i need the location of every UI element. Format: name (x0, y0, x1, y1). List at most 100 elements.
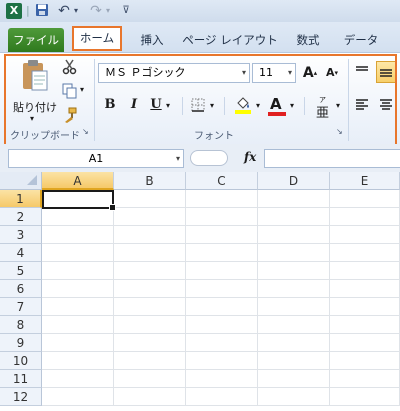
grid-cell[interactable] (42, 208, 114, 226)
insert-function-button[interactable]: fx (244, 150, 256, 164)
grid-cell[interactable] (330, 226, 400, 244)
grid-cell[interactable] (258, 388, 330, 406)
grid-cell[interactable] (114, 334, 186, 352)
row-header[interactable]: 9 (0, 334, 42, 352)
name-box[interactable]: A1 ▾ (8, 149, 184, 168)
grid-cell[interactable] (186, 352, 258, 370)
grid-cell[interactable] (186, 334, 258, 352)
name-box-dropdown-icon[interactable]: ▾ (176, 150, 180, 167)
row-header[interactable]: 8 (0, 316, 42, 334)
fill-handle[interactable] (109, 204, 116, 211)
grid-cell[interactable] (42, 352, 114, 370)
grid-cell[interactable] (258, 316, 330, 334)
grid-cell[interactable] (258, 226, 330, 244)
row-header[interactable]: 11 (0, 370, 42, 388)
column-header-e[interactable]: E (330, 172, 400, 190)
column-header-b[interactable]: B (114, 172, 186, 190)
grid-cell[interactable] (258, 298, 330, 316)
grid-cell[interactable] (42, 388, 114, 406)
grid-cell[interactable] (186, 298, 258, 316)
row-header[interactable]: 7 (0, 298, 42, 316)
row-header[interactable]: 6 (0, 280, 42, 298)
grid-cell[interactable] (42, 262, 114, 280)
worksheet-grid[interactable]: A B C D E 1 2 3 4 5 6 7 8 9 10 11 12 (0, 172, 400, 411)
grid-cell[interactable] (330, 352, 400, 370)
grid-cell[interactable] (114, 352, 186, 370)
grid-cell[interactable] (330, 244, 400, 262)
grid-cell[interactable] (186, 316, 258, 334)
grid-cell[interactable] (186, 226, 258, 244)
grid-cell[interactable] (114, 280, 186, 298)
tab-insert[interactable]: 挿入 (130, 28, 174, 52)
tab-home[interactable]: ホーム (72, 26, 122, 51)
grid-cell[interactable] (330, 190, 400, 208)
formula-bar-grip-icon[interactable] (190, 150, 228, 166)
grid-cell[interactable] (42, 244, 114, 262)
grid-cell[interactable] (330, 388, 400, 406)
grid-cell[interactable] (258, 244, 330, 262)
tab-formulas[interactable]: 数式 (286, 28, 330, 52)
grid-cell[interactable] (114, 244, 186, 262)
grid-cell[interactable] (330, 208, 400, 226)
grid-cell[interactable] (114, 190, 186, 208)
grid-cell[interactable] (186, 190, 258, 208)
undo-button[interactable]: ↶ (56, 3, 72, 19)
grid-cell[interactable] (114, 388, 186, 406)
row-header[interactable]: 4 (0, 244, 42, 262)
grid-cell[interactable] (330, 316, 400, 334)
grid-cell[interactable] (330, 334, 400, 352)
tab-data[interactable]: データ (336, 28, 386, 52)
grid-cell[interactable] (186, 280, 258, 298)
separator: | (26, 4, 30, 17)
save-button[interactable] (34, 3, 50, 19)
row-header[interactable]: 10 (0, 352, 42, 370)
column-header-d[interactable]: D (258, 172, 330, 190)
grid-cell[interactable] (330, 262, 400, 280)
grid-cell[interactable] (114, 208, 186, 226)
quick-access-toolbar: X | ↶ ▾ ↷ ▾ ⊽ (0, 0, 400, 22)
grid-cell[interactable] (258, 352, 330, 370)
grid-cell[interactable] (114, 262, 186, 280)
grid-cell[interactable] (42, 316, 114, 334)
grid-cell[interactable] (114, 370, 186, 388)
customize-toolbar-icon[interactable]: ⊽ (120, 3, 132, 19)
grid-cell[interactable] (114, 226, 186, 244)
grid-cell[interactable] (114, 316, 186, 334)
grid-cell[interactable] (42, 370, 114, 388)
row-header[interactable]: 1 (0, 190, 42, 208)
grid-cell[interactable] (42, 226, 114, 244)
column-header-c[interactable]: C (186, 172, 258, 190)
grid-cell[interactable] (186, 244, 258, 262)
grid-cell[interactable] (258, 190, 330, 208)
active-cell-a1[interactable] (42, 190, 116, 211)
formula-input[interactable] (264, 149, 400, 168)
grid-cell[interactable] (258, 262, 330, 280)
grid-cell[interactable] (186, 262, 258, 280)
row-header[interactable]: 3 (0, 226, 42, 244)
excel-logo-icon[interactable]: X (6, 3, 22, 19)
grid-cell[interactable] (330, 280, 400, 298)
grid-cell[interactable] (186, 370, 258, 388)
grid-cell[interactable] (258, 334, 330, 352)
redo-dropdown-icon[interactable]: ▾ (104, 3, 112, 19)
row-header[interactable]: 12 (0, 388, 42, 406)
tab-file[interactable]: ファイル (8, 28, 64, 52)
grid-cell[interactable] (42, 280, 114, 298)
grid-cell[interactable] (42, 334, 114, 352)
grid-cell[interactable] (258, 370, 330, 388)
row-header[interactable]: 2 (0, 208, 42, 226)
grid-cell[interactable] (258, 280, 330, 298)
grid-cell[interactable] (330, 370, 400, 388)
grid-cell[interactable] (42, 298, 114, 316)
grid-cell[interactable] (258, 208, 330, 226)
row-header[interactable]: 5 (0, 262, 42, 280)
tab-page-layout[interactable]: ページ レイアウト (180, 28, 280, 52)
grid-cell[interactable] (186, 388, 258, 406)
column-header-a[interactable]: A (42, 172, 114, 190)
redo-button[interactable]: ↷ (88, 3, 104, 19)
grid-cell[interactable] (186, 208, 258, 226)
grid-cell[interactable] (330, 298, 400, 316)
undo-dropdown-icon[interactable]: ▾ (72, 3, 80, 19)
select-all-corner[interactable] (0, 172, 42, 190)
grid-cell[interactable] (114, 298, 186, 316)
